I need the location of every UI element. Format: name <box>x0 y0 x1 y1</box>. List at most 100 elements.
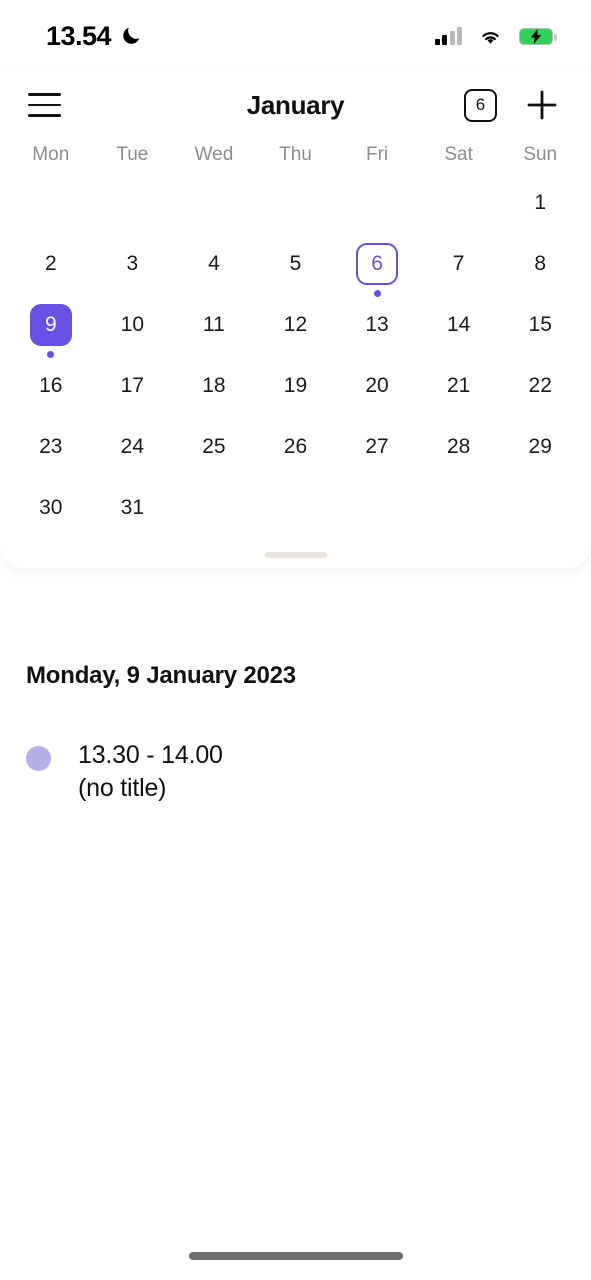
weekday-label-mon: Mon <box>32 144 70 165</box>
calendar-day-cell[interactable]: 1 <box>499 180 581 241</box>
calendar-day-number: 29 <box>528 435 552 458</box>
weekday-label-tue: Tue <box>116 144 149 165</box>
calendar-day-cell-empty <box>92 180 174 241</box>
calendar-week-row: 1 <box>10 180 581 241</box>
calendar-day-cell[interactable]: 16 <box>10 363 92 424</box>
moon-icon <box>123 27 140 44</box>
calendar-day-cell[interactable]: 10 <box>92 302 174 363</box>
calendar-day-cell[interactable]: 13 <box>336 302 418 363</box>
status-bar: 13.54 <box>0 0 591 72</box>
calendar-day-number: 16 <box>39 374 63 397</box>
calendar-day-number: 17 <box>120 374 145 397</box>
home-indicator <box>188 1252 403 1260</box>
calendar-day-number: 5 <box>289 252 302 275</box>
calendar-day-cell[interactable]: 3 <box>92 241 174 302</box>
calendar-day-number: 24 <box>120 435 145 458</box>
calendar-day-cell[interactable]: 30 <box>10 485 92 546</box>
calendar-day-cell[interactable]: 8 <box>499 241 581 302</box>
calendar-day-cell-empty <box>173 485 255 546</box>
agenda-event-time: 13.30 - 14.00 <box>78 741 223 769</box>
calendar-day-cell[interactable]: 26 <box>255 424 337 485</box>
calendar-day-cell[interactable]: 11 <box>173 302 255 363</box>
calendar-week-row: 2 3 4 5 6 7 8 <box>10 241 581 302</box>
calendar-week-row: 30 31 <box>10 485 581 546</box>
weekday-label-sun: Sun <box>523 144 558 165</box>
calendar-day-grid: 1 2 3 4 5 6 7 8 9 10 11 12 13 14 15 16 17 18 19 20 21 22 23 24 2… <box>0 180 591 546</box>
calendar-day-number: 31 <box>120 496 145 519</box>
today-button[interactable]: 6 <box>464 88 497 122</box>
calendar-day-number: 10 <box>120 313 145 336</box>
calendar-day-cell[interactable]: 5 <box>255 241 337 302</box>
agenda-date-heading: Monday, 9 January 2023 <box>26 662 296 689</box>
agenda-event-item[interactable]: 13.30 - 14.00 (no title) <box>26 739 565 805</box>
calendar-day-number: 12 <box>283 313 308 336</box>
battery-charging-icon <box>519 27 557 45</box>
agenda-event-list: 13.30 - 14.00 (no title) <box>26 739 565 805</box>
calendar-day-cell[interactable]: 23 <box>10 424 92 485</box>
agenda-event-text: 13.30 - 14.00 (no title) <box>78 739 223 805</box>
agenda-event-title: (no title) <box>78 774 167 802</box>
calendar-day-cell[interactable]: 20 <box>336 363 418 424</box>
calendar-day-cell[interactable]: 28 <box>418 424 500 485</box>
calendar-week-row: 23 24 25 26 27 28 29 <box>10 424 581 485</box>
weekday-header-row: Mon Tue Wed Thu Fri Sat Sun <box>0 138 591 180</box>
calendar-day-number: 6 <box>356 243 399 285</box>
calendar-day-number: 4 <box>208 252 220 275</box>
hamburger-menu-icon[interactable] <box>28 93 61 117</box>
calendar-day-cell[interactable]: 25 <box>173 424 255 485</box>
calendar-day-number: 13 <box>365 313 389 336</box>
status-bar-right <box>434 27 557 46</box>
calendar-day-cell[interactable]: 18 <box>173 363 255 424</box>
calendar-day-cell[interactable]: 2 <box>10 241 92 302</box>
calendar-day-cell[interactable]: 24 <box>92 424 174 485</box>
calendar-day-cell-empty <box>10 180 92 241</box>
calendar-day-number: 2 <box>44 252 57 275</box>
weekday-label-fri: Fri <box>365 144 389 165</box>
calendar-day-cell[interactable]: 21 <box>418 363 500 424</box>
calendar-header-actions: 6 <box>464 88 559 122</box>
status-bar-clock: 13.54 <box>46 20 112 51</box>
status-bar-left: 13.54 <box>46 21 142 52</box>
lightning-bolt-icon <box>530 28 541 44</box>
calendar-day-cell[interactable]: 4 <box>173 241 255 302</box>
calendar-day-cell[interactable]: 12 <box>255 302 337 363</box>
calendar-day-number: 18 <box>202 374 226 397</box>
agenda-panel: Monday, 9 January 2023 13.30 - 14.00 (no … <box>0 662 591 805</box>
sheet-drag-handle-wrap <box>0 546 591 558</box>
calendar-day-cell[interactable]: 14 <box>418 302 500 363</box>
calendar-day-cell[interactable]: 9 <box>10 302 92 363</box>
sheet-drag-handle[interactable] <box>264 552 327 558</box>
calendar-day-number: 19 <box>283 374 308 397</box>
calendar-day-cell[interactable]: 17 <box>92 363 174 424</box>
weekday-label-sat: Sat <box>444 144 473 165</box>
weekday-label-wed: Wed <box>194 144 234 165</box>
calendar-day-cell[interactable]: 15 <box>499 302 581 363</box>
calendar-day-cell[interactable]: 22 <box>499 363 581 424</box>
calendar-day-cell[interactable]: 29 <box>499 424 581 485</box>
calendar-day-cell[interactable]: 19 <box>255 363 337 424</box>
calendar-day-number: 14 <box>446 313 471 336</box>
calendar-day-event-dot <box>47 351 55 358</box>
calendar-day-cell[interactable]: 31 <box>92 485 174 546</box>
calendar-day-number: 20 <box>365 374 389 397</box>
calendar-card: January 6 Mon Tue Wed Thu Fri Sat Sun 12… <box>0 72 591 568</box>
calendar-day-number: 27 <box>365 435 389 458</box>
calendar-day-number: 22 <box>528 374 552 397</box>
calendar-day-cell-empty <box>255 180 337 241</box>
calendar-day-number: 15 <box>528 313 552 336</box>
cellular-signal-icon <box>434 27 462 45</box>
calendar-day-number: 8 <box>534 252 547 275</box>
phone-screen: 13.54 January 6 Mon Tue Wed Thu Fri Sat … <box>0 0 591 1280</box>
calendar-day-number: 21 <box>446 374 471 397</box>
calendar-day-cell[interactable]: 6 <box>336 241 418 302</box>
calendar-day-cell-empty <box>418 485 500 546</box>
calendar-day-cell[interactable]: 7 <box>418 241 500 302</box>
calendar-day-cell-empty <box>173 180 255 241</box>
calendar-day-cell[interactable]: 27 <box>336 424 418 485</box>
plus-icon[interactable] <box>525 88 559 122</box>
calendar-day-number: 26 <box>283 435 308 458</box>
calendar-day-number: 30 <box>39 496 63 519</box>
wifi-icon <box>482 31 499 44</box>
weekday-label-thu: Thu <box>279 144 312 165</box>
calendar-day-cell-empty <box>336 485 418 546</box>
